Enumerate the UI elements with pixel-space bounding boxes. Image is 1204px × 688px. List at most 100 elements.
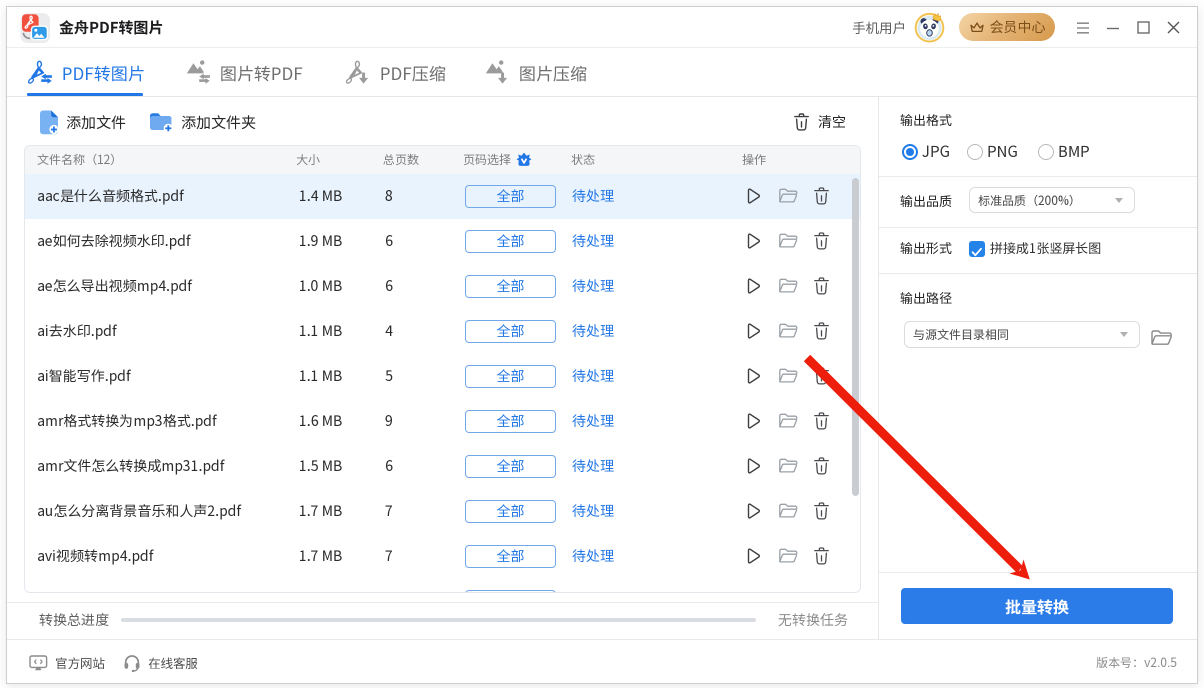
file-status: 待处理 (572, 309, 614, 354)
delete-file-icon[interactable] (813, 457, 830, 475)
play-convert-icon[interactable] (744, 367, 762, 385)
tab-pdf-compress[interactable]: PDF压缩 (346, 48, 446, 96)
play-convert-icon[interactable] (744, 457, 762, 475)
play-convert-icon[interactable] (744, 187, 762, 205)
tab-image-to-pdf[interactable]: 图片转PDF (186, 48, 303, 96)
play-convert-icon[interactable] (744, 502, 762, 520)
page-select-button[interactable]: 全部 (465, 185, 556, 208)
clear-button[interactable]: 清空 (793, 107, 846, 137)
user-name-label[interactable]: 手机用户 (852, 7, 906, 48)
close-button[interactable] (1160, 7, 1186, 48)
delete-file-icon[interactable] (813, 187, 830, 205)
file-rows: aac是什么音频格式.pdf 1.4 MB 8 全部 待处理 (25, 174, 860, 593)
column-header-status: 状态 (571, 146, 595, 174)
divider (879, 273, 1197, 274)
file-row[interactable]: amr文件怎么转换成mp31.pdf 1.5 MB 6 全部 待处理 (25, 444, 860, 489)
open-folder-icon[interactable] (778, 187, 799, 205)
tab-pdf-to-image[interactable]: PDF转图片 (28, 48, 145, 96)
official-website-link[interactable]: 官方网站 (29, 640, 105, 685)
file-row[interactable]: aac是什么音频格式.pdf 1.4 MB 8 全部 待处理 (25, 174, 860, 219)
play-convert-icon[interactable] (744, 547, 762, 565)
radio-jpg[interactable]: JPG (902, 144, 950, 160)
page-select-button[interactable]: 全部 (465, 365, 556, 388)
page-select-button[interactable]: 全部 (465, 320, 556, 343)
file-size: 1.0 MB (299, 264, 342, 309)
file-table-header: 文件名称（12） 大小 总页数 页码选择 状态 操作 (25, 146, 860, 174)
delete-file-icon[interactable] (813, 322, 830, 340)
play-convert-icon[interactable] (744, 322, 762, 340)
radio-bmp[interactable]: BMP (1038, 144, 1090, 160)
batch-convert-button[interactable]: 批量转换 (901, 588, 1173, 624)
page-select-button[interactable]: 全部 (465, 230, 556, 253)
delete-file-icon[interactable] (813, 232, 830, 250)
radio-png[interactable]: PNG (967, 144, 1018, 160)
open-folder-icon[interactable] (778, 367, 799, 385)
file-status: 待处理 (572, 174, 614, 219)
table-scrollbar-thumb[interactable] (852, 178, 859, 496)
play-convert-icon[interactable] (744, 592, 762, 593)
open-folder-icon[interactable] (778, 322, 799, 340)
play-convert-icon[interactable] (744, 277, 762, 295)
minimize-button[interactable] (1100, 7, 1126, 48)
file-row[interactable]: amr格式转换为mp3格式.pdf 1.6 MB 9 全部 待处理 (25, 399, 860, 444)
member-center-button[interactable]: 会员中心 (959, 13, 1055, 41)
column-header-action: 操作 (742, 146, 766, 174)
chevron-down-icon (1115, 198, 1123, 203)
play-convert-icon[interactable] (744, 232, 762, 250)
delete-file-icon[interactable] (813, 412, 830, 430)
file-row[interactable]: au怎么分离背景音乐和人声2.pdf 1.7 MB 7 全部 待处理 (25, 489, 860, 534)
vip-crown-badge-icon (516, 152, 532, 169)
page-select-button[interactable]: 全部 (465, 275, 556, 298)
file-status: 待处理 (572, 219, 614, 264)
open-folder-icon[interactable] (778, 547, 799, 565)
delete-file-icon[interactable] (813, 277, 830, 295)
file-name: aac是什么音频格式.pdf (37, 174, 184, 219)
open-folder-icon[interactable] (778, 502, 799, 520)
file-row[interactable]: 全部 (25, 579, 860, 593)
footer: 官方网站 在线客服 版本号：v2.0.5 (7, 639, 1197, 684)
page-select-button[interactable]: 全部 (465, 410, 556, 433)
radio-label-bmp: BMP (1058, 144, 1090, 160)
minimize-icon (1106, 22, 1120, 34)
delete-file-icon[interactable] (813, 367, 830, 385)
open-folder-icon[interactable] (778, 232, 799, 250)
open-folder-icon[interactable] (778, 457, 799, 475)
file-name: ai去水印.pdf (37, 309, 117, 354)
file-row[interactable]: avi视频转mp4.pdf 1.7 MB 7 全部 待处理 (25, 534, 860, 579)
page-select-button[interactable]: 全部 (465, 545, 556, 568)
tab-label: 图片转PDF (220, 60, 303, 85)
online-service-link[interactable]: 在线客服 (123, 640, 198, 685)
window-title: 金舟PDF转图片 (59, 7, 164, 48)
menu-button[interactable] (1070, 7, 1096, 48)
page-select-button[interactable]: 全部 (465, 500, 556, 523)
play-convert-icon[interactable] (744, 412, 762, 430)
file-row[interactable]: ai去水印.pdf 1.1 MB 4 全部 待处理 (25, 309, 860, 354)
page-select-button[interactable]: 全部 (465, 455, 556, 478)
user-avatar[interactable] (914, 12, 945, 43)
file-status: 待处理 (572, 444, 614, 489)
delete-file-icon[interactable] (813, 592, 830, 593)
file-row[interactable]: ai智能写作.pdf 1.1 MB 5 全部 待处理 (25, 354, 860, 399)
image-to-pdf-icon (186, 60, 211, 85)
output-format-label: 输出格式 (900, 110, 952, 129)
long-image-checkbox[interactable] (969, 241, 985, 257)
open-folder-icon[interactable] (778, 592, 799, 593)
progress-label: 转换总进度 (39, 603, 109, 638)
output-path-label: 输出路径 (900, 288, 952, 307)
open-folder-icon[interactable] (778, 412, 799, 430)
tab-image-compress[interactable]: 图片压缩 (485, 48, 587, 96)
browse-folder-icon[interactable] (1150, 329, 1175, 347)
delete-file-icon[interactable] (813, 502, 830, 520)
add-file-button[interactable]: 添加文件 (39, 107, 126, 137)
add-folder-label: 添加文件夹 (181, 112, 256, 133)
file-row[interactable]: ae怎么导出视频mp4.pdf 1.0 MB 6 全部 待处理 (25, 264, 860, 309)
file-row[interactable]: ae如何去除视频水印.pdf 1.9 MB 6 全部 待处理 (25, 219, 860, 264)
radio-circle-jpg (902, 144, 918, 160)
maximize-button[interactable] (1130, 7, 1156, 48)
output-quality-dropdown[interactable]: 标准品质（200%） (969, 187, 1135, 213)
delete-file-icon[interactable] (813, 547, 830, 565)
add-folder-button[interactable]: 添加文件夹 (149, 107, 256, 137)
output-path-dropdown[interactable]: 与源文件目录相同 (904, 321, 1140, 348)
page-select-button[interactable]: 全部 (465, 590, 556, 593)
open-folder-icon[interactable] (778, 277, 799, 295)
